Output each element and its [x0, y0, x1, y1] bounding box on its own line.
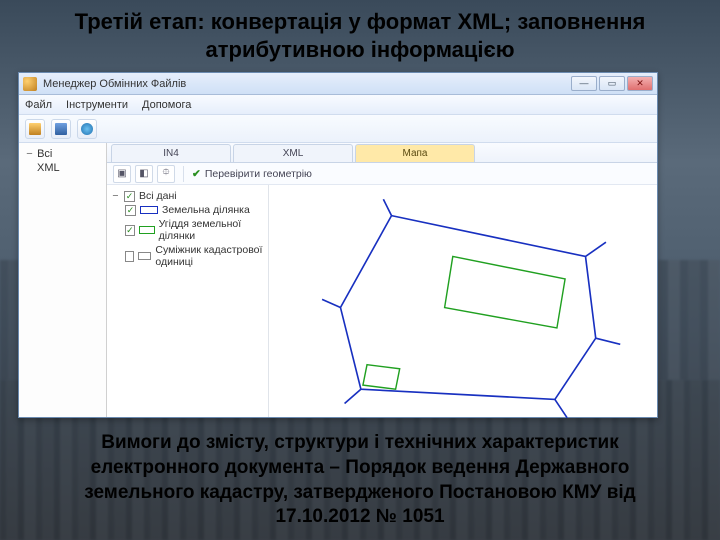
layers-header-row[interactable]: − ✓ Всі дані [111, 189, 264, 203]
layer-row-2[interactable]: Суміжник кадастрової одиниці [111, 243, 264, 269]
tree-item-xml[interactable]: XML [23, 161, 102, 175]
layers-panel: − ✓ Всі дані ✓ Земельна ділянка ✓ Угіддя… [107, 185, 269, 417]
collapse-icon[interactable]: − [111, 190, 120, 202]
layer-row-1[interactable]: ✓ Угіддя земельної ділянки [111, 217, 264, 243]
layer-checkbox-1[interactable]: ✓ [125, 225, 135, 236]
map-toolbar: ▣ ◧ ⯐ ✔ Перевірити геометрію [107, 163, 657, 185]
save-icon[interactable] [51, 119, 71, 139]
menu-file[interactable]: Файл [25, 99, 52, 111]
neighbor-line [596, 338, 621, 344]
tab-in4[interactable]: IN4 [111, 144, 231, 162]
file-tree: − Всі XML [19, 143, 107, 417]
maximize-button[interactable]: ▭ [599, 76, 625, 91]
app-window: Менеджер Обмінних Файлів — ▭ ✕ Файл Інст… [18, 72, 658, 418]
menu-help[interactable]: Допомога [142, 99, 191, 111]
help-icon[interactable] [77, 119, 97, 139]
tab-xml[interactable]: XML [233, 144, 353, 162]
window-title: Менеджер Обмінних Файлів [43, 78, 571, 90]
titlebar: Менеджер Обмінних Файлів — ▭ ✕ [19, 73, 657, 95]
map-svg [269, 185, 657, 430]
landuse-polygon-1 [445, 256, 565, 327]
tabs-row: IN4 XML Мапа [107, 143, 657, 163]
layer-swatch-0 [140, 206, 158, 214]
layer-label-0: Земельна ділянка [162, 204, 250, 216]
parcel-polygon [340, 216, 595, 400]
window-controls: — ▭ ✕ [571, 76, 653, 91]
tree-toggle-icon[interactable]: − [25, 148, 34, 160]
neighbor-line [586, 242, 606, 256]
neighbor-line [555, 399, 567, 417]
layer-row-0[interactable]: ✓ Земельна ділянка [111, 203, 264, 217]
tab-map[interactable]: Мапа [355, 144, 475, 162]
menu-tools[interactable]: Інструменти [66, 99, 128, 111]
layers-header-checkbox[interactable]: ✓ [124, 191, 135, 202]
layer-checkbox-2[interactable] [125, 251, 134, 262]
toolbar-separator [183, 166, 184, 182]
tree-item-xml-label: XML [37, 162, 60, 174]
layer-swatch-2 [138, 252, 152, 260]
app-icon [23, 77, 37, 91]
main-panel: IN4 XML Мапа ▣ ◧ ⯐ ✔ Перевірити геометрі… [107, 143, 657, 417]
tree-root[interactable]: − Всі [23, 147, 102, 161]
layers-header-label: Всі дані [139, 190, 177, 202]
check-icon: ✔ [192, 168, 201, 180]
tree-root-label: Всі [37, 148, 52, 160]
toolbar [19, 115, 657, 143]
open-icon[interactable] [25, 119, 45, 139]
slide-title: Третій етап: конвертація у формат XML; з… [0, 8, 720, 63]
check-geometry-button[interactable]: Перевірити геометрію [205, 168, 312, 180]
close-button[interactable]: ✕ [627, 76, 653, 91]
pan-icon[interactable]: ⯐ [157, 165, 175, 183]
neighbor-line [383, 199, 391, 215]
layer-checkbox-0[interactable]: ✓ [125, 205, 136, 216]
layer-label-2: Суміжник кадастрової одиниці [155, 244, 264, 268]
layer-swatch-1 [139, 226, 155, 234]
map-canvas[interactable] [269, 185, 657, 417]
slide-caption: Вимоги до змісту, структури і технічних … [0, 431, 720, 530]
workspace: − ✓ Всі дані ✓ Земельна ділянка ✓ Угіддя… [107, 185, 657, 417]
layer-label-1: Угіддя земельної ділянки [159, 218, 264, 242]
menubar: Файл Інструменти Допомога [19, 95, 657, 115]
minimize-button[interactable]: — [571, 76, 597, 91]
neighbor-line [322, 299, 340, 307]
app-body: − Всі XML IN4 XML Мапа ▣ ◧ ⯐ ✔ Перевірит… [19, 143, 657, 417]
neighbor-line [345, 389, 361, 403]
landuse-polygon-2 [363, 365, 400, 390]
zoom-extent-icon[interactable]: ▣ [113, 165, 131, 183]
zoom-window-icon[interactable]: ◧ [135, 165, 153, 183]
